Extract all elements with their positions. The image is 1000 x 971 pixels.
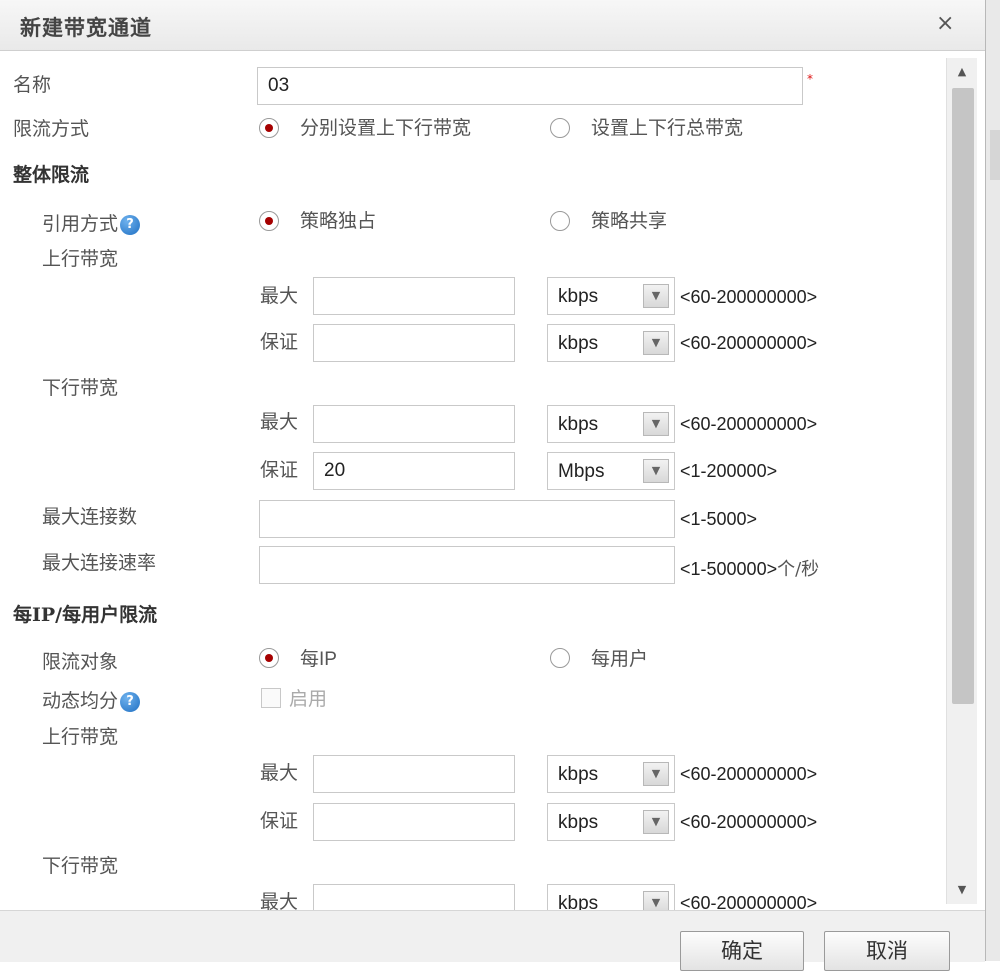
chevron-down-icon: ▼ [643,331,669,355]
max-connections-input[interactable] [259,500,675,538]
radio-per-ip[interactable] [259,648,279,668]
upstream-bandwidth-label: 上行带宽 [42,248,119,270]
dialog-title: 新建带宽通道 [20,15,152,40]
per-ip-down-max-range: <60-200000000> [680,893,818,910]
per-ip-up-guarantee-unit-select[interactable]: kbps ▼ [547,803,675,841]
per-ip-up-max-input[interactable] [313,755,515,793]
policy-shared-label: 策略共享 [591,210,668,232]
down-guarantee-range: <1-200000> [680,461,778,481]
down-guarantee-label: 保证 [260,459,299,481]
scrollbar-thumb[interactable] [952,88,974,704]
dialog-footer: 确定 取消 [0,910,985,971]
up-max-input[interactable] [313,277,515,315]
ok-button[interactable]: 确定 [680,931,804,971]
max-connections-label: 最大连接数 [42,506,138,528]
chevron-down-icon: ▼ [643,284,669,308]
enable-label: 启用 [289,688,328,710]
radio-per-user[interactable] [550,648,570,668]
down-guarantee-unit-select[interactable]: Mbps ▼ [547,452,675,490]
up-guarantee-unit-select[interactable]: kbps ▼ [547,324,675,362]
chevron-down-icon: ▼ [643,762,669,786]
cancel-button[interactable]: 取消 [824,931,950,971]
overall-limit-section-title: 整体限流 [13,164,90,186]
down-max-unit-select[interactable]: kbps ▼ [547,405,675,443]
max-connection-rate-label: 最大连接速率 [42,552,157,574]
chevron-down-icon: ▼ [643,891,669,910]
down-max-input[interactable] [313,405,515,443]
close-icon[interactable]: × [936,11,954,36]
dynamic-share-label: 动态均分? [42,686,141,713]
per-ip-up-guarantee-range: <60-200000000> [680,812,818,832]
help-icon[interactable]: ? [120,215,141,235]
separate-bandwidth-label: 分别设置上下行带宽 [300,117,472,139]
per-ip-limit-section-title: 每IP/每用户限流 [13,604,158,626]
up-max-range: <60-200000000> [680,287,818,307]
per-ip-down-max-unit-select[interactable]: kbps ▼ [547,884,675,910]
chevron-down-icon: ▼ [643,412,669,436]
reference-mode-label: 引用方式? [42,209,141,236]
vertical-scrollbar[interactable]: ▲ ▼ [946,58,977,904]
max-connection-rate-input[interactable] [259,546,675,584]
limit-mode-label: 限流方式 [13,118,90,140]
up-max-label: 最大 [260,285,299,307]
radio-policy-shared[interactable] [550,211,570,231]
chevron-down-icon: ▼ [643,810,669,834]
background-window-edge [985,0,1000,961]
max-connections-range: <1-5000> [680,509,758,529]
per-user-label: 每用户 [591,648,649,670]
max-connection-rate-range: <1-500000>个/秒 [680,559,820,580]
scroll-up-icon[interactable]: ▲ [947,58,977,86]
up-guarantee-label: 保证 [260,331,299,353]
per-ip-downstream-label: 下行带宽 [42,855,119,877]
up-guarantee-input[interactable] [313,324,515,362]
up-guarantee-range: <60-200000000> [680,333,818,353]
total-bandwidth-label: 设置上下行总带宽 [591,117,744,139]
downstream-bandwidth-label: 下行带宽 [42,377,119,399]
chevron-down-icon: ▼ [643,459,669,483]
new-bandwidth-channel-dialog: 新建带宽通道 × 名称 03 * 限流方式 分别设置上下行带宽 设置上下行总带宽… [0,0,986,971]
radio-separate-bandwidth[interactable] [259,118,279,138]
down-max-label: 最大 [260,411,299,433]
form-content: 名称 03 * 限流方式 分别设置上下行带宽 设置上下行总带宽 整体限流 引用方… [0,52,946,910]
name-label: 名称 [13,74,52,96]
per-ip-up-max-unit-select[interactable]: kbps ▼ [547,755,675,793]
radio-policy-exclusive[interactable] [259,211,279,231]
per-ip-up-guarantee-label: 保证 [260,810,299,832]
policy-exclusive-label: 策略独占 [300,210,377,232]
required-mark: * [807,72,813,86]
per-ip-up-max-range: <60-200000000> [680,764,818,784]
per-ip-up-guarantee-input[interactable] [313,803,515,841]
per-ip-upstream-label: 上行带宽 [42,726,119,748]
per-ip-up-max-label: 最大 [260,762,299,784]
per-ip-down-max-input[interactable] [313,884,515,910]
name-input[interactable]: 03 [257,67,803,105]
per-ip-down-max-label: 最大 [260,891,299,910]
enable-checkbox[interactable] [261,688,281,708]
down-guarantee-input[interactable]: 20 [313,452,515,490]
scroll-down-icon[interactable]: ▼ [947,876,977,904]
per-ip-label: 每IP [300,649,337,670]
up-max-unit-select[interactable]: kbps ▼ [547,277,675,315]
limit-target-label: 限流对象 [42,651,119,673]
radio-total-bandwidth[interactable] [550,118,570,138]
help-icon[interactable]: ? [120,692,141,712]
dialog-titlebar: 新建带宽通道 × [0,0,985,51]
down-max-range: <60-200000000> [680,414,818,434]
